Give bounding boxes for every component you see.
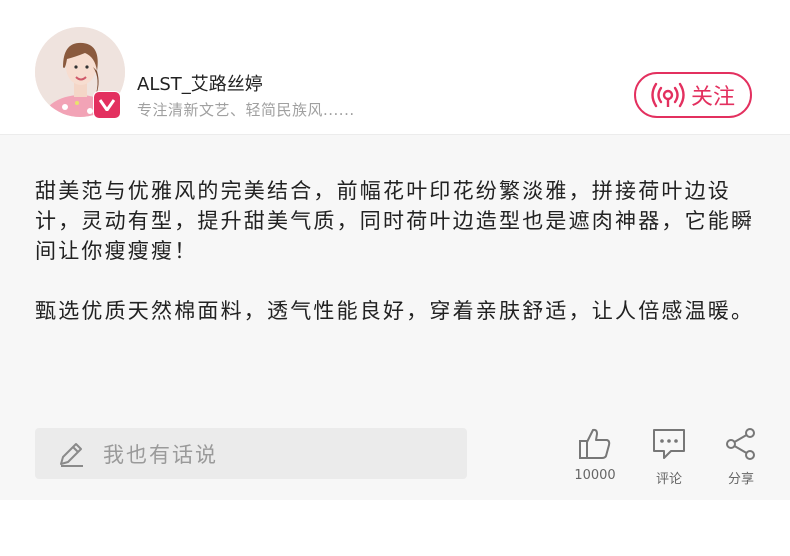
follow-button[interactable]: 关注 xyxy=(634,72,752,118)
pencil-icon xyxy=(60,442,83,467)
verified-badge xyxy=(93,91,121,119)
like-button[interactable]: 10000 xyxy=(563,426,627,488)
share-icon xyxy=(726,428,755,460)
share-button[interactable]: 分享 xyxy=(709,426,773,488)
comment-bubble-icon xyxy=(653,429,685,459)
broadcast-icon xyxy=(651,82,685,108)
user-signature: 专注清新文艺、轻简民族风...... xyxy=(137,101,355,119)
like-count: 10000 xyxy=(574,468,616,483)
post-header: ALST_艾路丝婷 专注清新文艺、轻简民族风...... 关注 xyxy=(0,0,790,135)
comment-placeholder: 我也有话说 xyxy=(103,442,218,467)
comment-button[interactable]: 评论 xyxy=(637,426,701,488)
thumbs-up-icon xyxy=(579,428,611,459)
post-content: 甜美范与优雅风的完美结合，前幅花叶印花纷繁淡雅，拼接荷叶边设计，灵动有型，提升甜… xyxy=(0,135,790,500)
v-verified-icon xyxy=(99,99,115,111)
follow-label: 关注 xyxy=(690,85,735,110)
username[interactable]: ALST_艾路丝婷 xyxy=(137,70,263,96)
share-label: 分享 xyxy=(727,472,754,487)
comment-label: 评论 xyxy=(655,472,682,487)
post-paragraph-2: 甄选优质天然棉面料，透气性能良好，穿着亲肤舒适，让人倍感温暖。 xyxy=(35,299,755,323)
post-paragraph-1: 甜美范与优雅风的完美结合，前幅花叶印花纷繁淡雅，拼接荷叶边设计，灵动有型，提升甜… xyxy=(35,179,755,263)
comment-input[interactable]: 我也有话说 xyxy=(35,428,467,479)
